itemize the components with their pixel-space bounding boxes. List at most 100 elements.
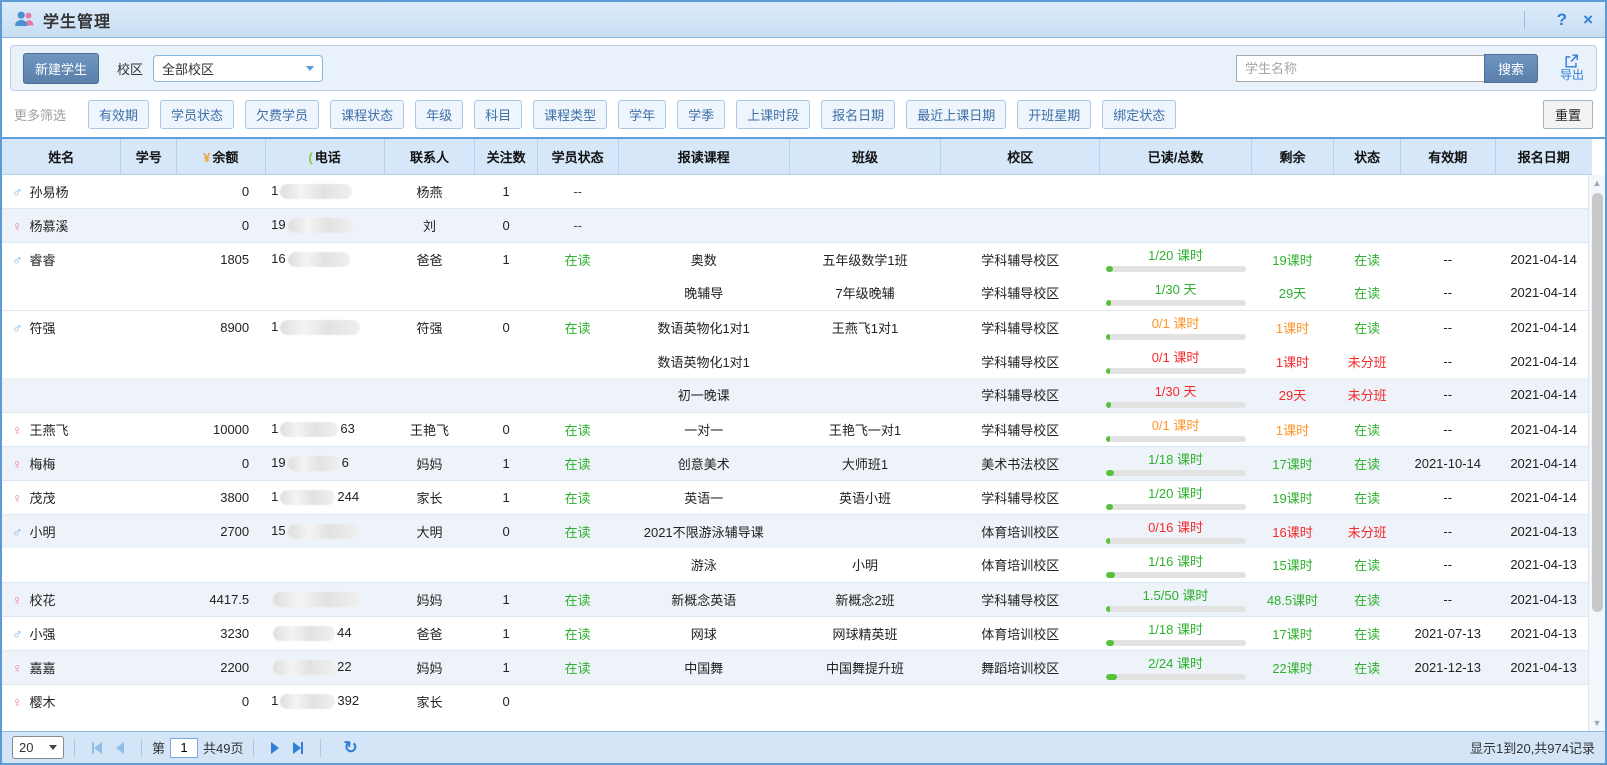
scrollbar-track[interactable] [1592, 191, 1603, 715]
progress-bar [1106, 334, 1246, 340]
column-header[interactable]: 报名日期 [1495, 139, 1592, 174]
reset-button[interactable]: 重置 [1543, 100, 1593, 129]
filter-button[interactable]: 学年 [618, 100, 666, 129]
filter-button[interactable]: 绑定状态 [1102, 100, 1176, 129]
table-row[interactable]: ♀王燕飞 10000 163 王艳飞 0 在读 一对一 王艳飞一对1 学科辅导校… [2, 412, 1592, 446]
pagination-divider [141, 739, 142, 757]
table-row[interactable]: ♂小明 2700 15 大明 0 在读 2021不限游泳辅导课 体育培训校区 0… [2, 514, 1592, 548]
student-status-cell [537, 548, 618, 582]
next-page-button[interactable] [271, 742, 279, 754]
yen-icon: ¥ [203, 150, 210, 165]
table-row[interactable]: ♂睿睿 1805 16 爸爸 1 在读 奥数 五年级数学1班 学科辅导校区 1/… [2, 242, 1592, 276]
contact-cell: 王艳飞 [384, 412, 475, 446]
prev-page-button[interactable] [116, 742, 124, 754]
reg-date-cell: 2021-04-14 [1495, 276, 1592, 310]
table-row[interactable]: ♀嘉嘉 2200 22 妈妈 1 在读 中国舞 中国舞提升班 舞蹈培训校区 2/… [2, 650, 1592, 684]
page-number-input[interactable] [170, 738, 198, 758]
progress-bar [1106, 470, 1246, 476]
page-size-select[interactable]: 20 [12, 736, 64, 759]
class-cell [789, 378, 940, 412]
student-status-cell: -- [537, 174, 618, 208]
filter-button[interactable]: 有效期 [88, 100, 149, 129]
progress-cell: 1.5/50 课时 [1100, 582, 1251, 616]
filter-button[interactable]: 欠费学员 [245, 100, 319, 129]
table-row[interactable]: ♀校花 4417.5 妈妈 1 在读 新概念英语 新概念2班 学科辅导校区 1.… [2, 582, 1592, 616]
table-row[interactable]: ♀樱木 0 1392 家长 0 [2, 684, 1592, 718]
phone-cell: 1 [265, 174, 384, 208]
student-no-cell [121, 446, 176, 480]
campus-select[interactable]: 全部校区 [153, 55, 323, 82]
search-input[interactable] [1236, 55, 1484, 82]
titlebar-divider [1524, 11, 1525, 29]
remaining-cell: 1课时 [1251, 310, 1334, 344]
table-row[interactable]: ♂孙易杨 0 1 杨燕 1 -- [2, 174, 1592, 208]
table-row[interactable]: 数语英物化1对1 学科辅导校区 0/1 课时 1课时 未分班 -- 2021-0… [2, 344, 1592, 378]
column-header[interactable]: 关注数 [475, 139, 538, 174]
phone-redacted-block [288, 218, 354, 233]
table-row[interactable]: 游泳 小明 体育培训校区 1/16 课时 15课时 在读 -- 2021-04-… [2, 548, 1592, 582]
column-header[interactable]: 学员状态 [537, 139, 618, 174]
column-header[interactable]: 状态 [1334, 139, 1401, 174]
filter-button[interactable]: 开班星期 [1017, 100, 1091, 129]
column-header[interactable]: (电话 [265, 139, 384, 174]
column-header[interactable]: 已读/总数 [1100, 139, 1251, 174]
table-row[interactable]: ♀梅梅 0 196 妈妈 1 在读 创意美术 大师班1 美术书法校区 1/18 … [2, 446, 1592, 480]
filter-button[interactable]: 课程类型 [533, 100, 607, 129]
validity-cell: -- [1400, 548, 1495, 582]
remaining-cell [1251, 174, 1334, 208]
filter-button[interactable]: 报名日期 [821, 100, 895, 129]
column-header[interactable]: 班级 [789, 139, 940, 174]
column-header[interactable]: 有效期 [1400, 139, 1495, 174]
refresh-icon[interactable]: ↻ [343, 738, 357, 758]
table-row[interactable]: 晚辅导 7年级晚辅 学科辅导校区 1/30 天 29天 在读 -- 2021-0… [2, 276, 1592, 310]
last-page-button[interactable] [293, 742, 303, 754]
scroll-up-icon[interactable]: ▲ [1593, 175, 1602, 191]
new-student-button[interactable]: 新建学生 [23, 53, 99, 84]
student-name: 梅梅 [30, 457, 56, 472]
table-row[interactable]: ♂符强 8900 1 符强 0 在读 数语英物化1对1 王燕飞1对1 学科辅导校… [2, 310, 1592, 344]
progress-cell: 1/30 天 [1100, 276, 1251, 310]
first-page-button[interactable] [92, 742, 102, 754]
close-icon[interactable]: × [1583, 11, 1593, 28]
help-icon[interactable]: ? [1557, 11, 1567, 28]
table-row[interactable]: ♀茂茂 3800 1244 家长 1 在读 英语一 英语小班 学科辅导校区 1/… [2, 480, 1592, 514]
scroll-down-icon[interactable]: ▼ [1593, 715, 1602, 731]
student-status-cell [537, 276, 618, 310]
phone-cell: 1 [265, 310, 384, 344]
validity-cell: -- [1400, 310, 1495, 344]
course-status-cell: 未分班 [1334, 344, 1401, 378]
column-header[interactable]: 学号 [121, 139, 176, 174]
reg-date-cell: 2021-04-13 [1495, 582, 1592, 616]
table-row[interactable]: 初一晚课 学科辅导校区 1/30 天 29天 未分班 -- 2021-04-14 [2, 378, 1592, 412]
class-cell [789, 684, 940, 718]
table-row[interactable]: ♀杨慕溪 0 19 刘 0 -- [2, 208, 1592, 242]
balance-cell [176, 276, 265, 310]
student-name: 睿睿 [30, 253, 56, 268]
export-button[interactable]: 导出 [1560, 53, 1584, 82]
filter-button[interactable]: 学员状态 [160, 100, 234, 129]
scrollbar-thumb[interactable] [1592, 193, 1603, 612]
progress-cell: 1/20 课时 [1100, 480, 1251, 514]
search-button[interactable]: 搜索 [1484, 54, 1538, 83]
follow-count-cell [475, 344, 538, 378]
campus-cell: 学科辅导校区 [941, 310, 1100, 344]
filter-button[interactable]: 最近上课日期 [906, 100, 1006, 129]
filter-button[interactable]: 学季 [677, 100, 725, 129]
table-row[interactable]: ♂小强 3230 44 爸爸 1 在读 网球 网球精英班 体育培训校区 1/18… [2, 616, 1592, 650]
course-cell: 数语英物化1对1 [618, 344, 789, 378]
column-header[interactable]: 姓名 [2, 139, 121, 174]
filter-button[interactable]: 年级 [415, 100, 463, 129]
filter-button[interactable]: 科目 [474, 100, 522, 129]
column-header[interactable]: 报读课程 [618, 139, 789, 174]
column-header[interactable]: 联系人 [384, 139, 475, 174]
course-status-cell: 在读 [1334, 582, 1401, 616]
column-header[interactable]: 校区 [941, 139, 1100, 174]
progress-cell: 1/18 课时 [1100, 446, 1251, 480]
validity-cell: -- [1400, 514, 1495, 548]
filter-button[interactable]: 课程状态 [330, 100, 404, 129]
column-header[interactable]: ¥余额 [176, 139, 265, 174]
column-header[interactable]: 剩余 [1251, 139, 1334, 174]
student-name: 杨慕溪 [30, 219, 69, 234]
vertical-scrollbar[interactable]: ▲ ▼ [1588, 175, 1605, 731]
filter-button[interactable]: 上课时段 [736, 100, 810, 129]
